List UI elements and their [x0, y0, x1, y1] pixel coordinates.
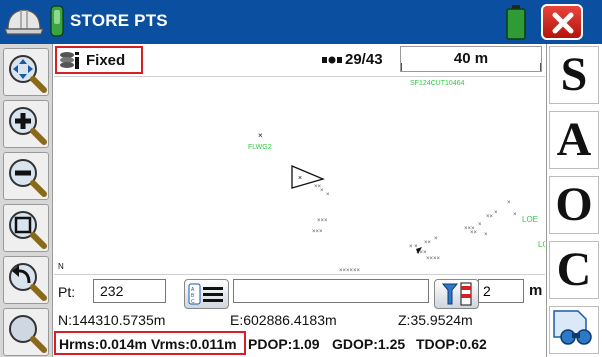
point-number-input[interactable] [93, 279, 166, 303]
svg-text:×: × [494, 210, 498, 216]
zoom-extents-button[interactable] [3, 308, 49, 356]
scale-value: 40 m [453, 50, 489, 67]
rms-box: Hrms:0.014m Vrms:0.011m [54, 331, 246, 355]
satellite-icon [322, 56, 342, 64]
zoom-out-button[interactable] [3, 152, 49, 200]
left-toolbar [0, 44, 53, 357]
svg-text:×: × [320, 188, 324, 194]
abc-list-icon: A B C [188, 283, 223, 305]
svg-text:××××: ×××× [426, 256, 441, 262]
map-label-lo: LO [538, 240, 545, 249]
point-entry-row: Pt: A B C m [54, 274, 545, 311]
zoom-in-icon [9, 107, 47, 145]
description-input[interactable] [233, 279, 429, 303]
svg-text:×: × [434, 236, 438, 242]
close-icon [552, 12, 574, 34]
map-label-code: SF124CUT10464 [410, 80, 465, 87]
find-binoculars-icon [553, 310, 592, 345]
store-s-button[interactable]: S [549, 46, 599, 104]
zoom-in-button[interactable] [3, 100, 49, 148]
survey-points: ×××× ×××××× ××××× ×××× × × ×××××× ××××× … [312, 184, 517, 274]
info-icon [60, 52, 79, 69]
find-button[interactable] [549, 306, 599, 354]
point-label: Pt: [58, 284, 76, 300]
elevation-value: Z:35.9524m [398, 312, 473, 328]
svg-text:×: × [326, 192, 330, 198]
close-button[interactable] [541, 4, 583, 40]
map-point-label: FLWG2 [248, 144, 272, 151]
battery-icon [506, 5, 526, 40]
svg-text:××: ×× [470, 230, 478, 236]
fix-status-label: Fixed [86, 52, 126, 69]
zoom-window-icon [9, 211, 47, 249]
store-a-button[interactable]: A [549, 111, 599, 169]
hard-hat-icon[interactable] [4, 5, 44, 39]
svg-text:×××: ××× [317, 218, 328, 224]
svg-text:C: C [191, 299, 195, 305]
store-c-button[interactable]: C [549, 241, 599, 299]
map-point-marker[interactable]: × [258, 131, 263, 140]
svg-text:×: × [513, 212, 517, 218]
svg-text:×: × [507, 200, 511, 206]
map-label-loe: LOE [522, 215, 538, 224]
scale-display[interactable]: 40 m [400, 46, 542, 72]
title-bar: STORE PTS [0, 0, 602, 44]
zoom-previous-button[interactable] [3, 256, 49, 304]
north-indicator: N [58, 262, 64, 271]
coordinates-row: N:144310.5735m E:602886.4183m Z:35.9524m [54, 310, 545, 330]
satellite-count: 29/43 [322, 51, 383, 68]
tdop-value: TDOP:0.62 [416, 336, 487, 352]
pdop-value: PDOP:1.09 [248, 336, 320, 352]
zoom-window-button[interactable] [3, 204, 49, 252]
vrms-value: Vrms:0.011m [151, 336, 237, 352]
svg-text:×: × [298, 175, 302, 182]
hrms-value: Hrms:0.014m [59, 336, 147, 352]
app-title: STORE PTS [70, 11, 168, 30]
status-bar: Fixed 29/43 40 m [54, 44, 545, 77]
svg-text:××: ×× [424, 240, 432, 246]
store-o-button[interactable]: O [549, 176, 599, 234]
rod-height-unit: m [529, 282, 543, 299]
easting-value: E:602886.4183m [230, 312, 337, 328]
northing-value: N:144310.5735m [58, 312, 166, 328]
description-list-button[interactable]: A B C [184, 279, 229, 309]
zoom-pan-button[interactable] [3, 48, 49, 96]
svg-text:×: × [258, 131, 263, 140]
zoom-out-icon [9, 159, 47, 197]
rod-height-icon [441, 282, 472, 306]
fix-status[interactable]: Fixed [55, 46, 143, 74]
rover-icon[interactable] [48, 4, 66, 40]
zoom-pan-icon [9, 55, 47, 93]
precision-row: Hrms:0.014m Vrms:0.011m PDOP:1.09 GDOP:1… [54, 331, 545, 355]
svg-text:×: × [484, 232, 488, 238]
svg-text:××: ×× [486, 214, 494, 220]
satellite-count-value: 29/43 [345, 51, 383, 68]
zoom-extents-icon [9, 315, 47, 353]
svg-text:×××: ××× [312, 229, 323, 235]
right-toolbar: S A O C [546, 44, 602, 357]
map-canvas[interactable]: SF124CUT10464 FLWG2 LOE LO × × ×××× ××××… [54, 76, 545, 274]
gdop-value: GDOP:1.25 [332, 336, 406, 352]
svg-text:×: × [478, 222, 482, 228]
zoom-previous-icon [9, 263, 47, 301]
rod-height-input[interactable] [478, 279, 524, 303]
rod-height-button[interactable] [434, 279, 479, 309]
